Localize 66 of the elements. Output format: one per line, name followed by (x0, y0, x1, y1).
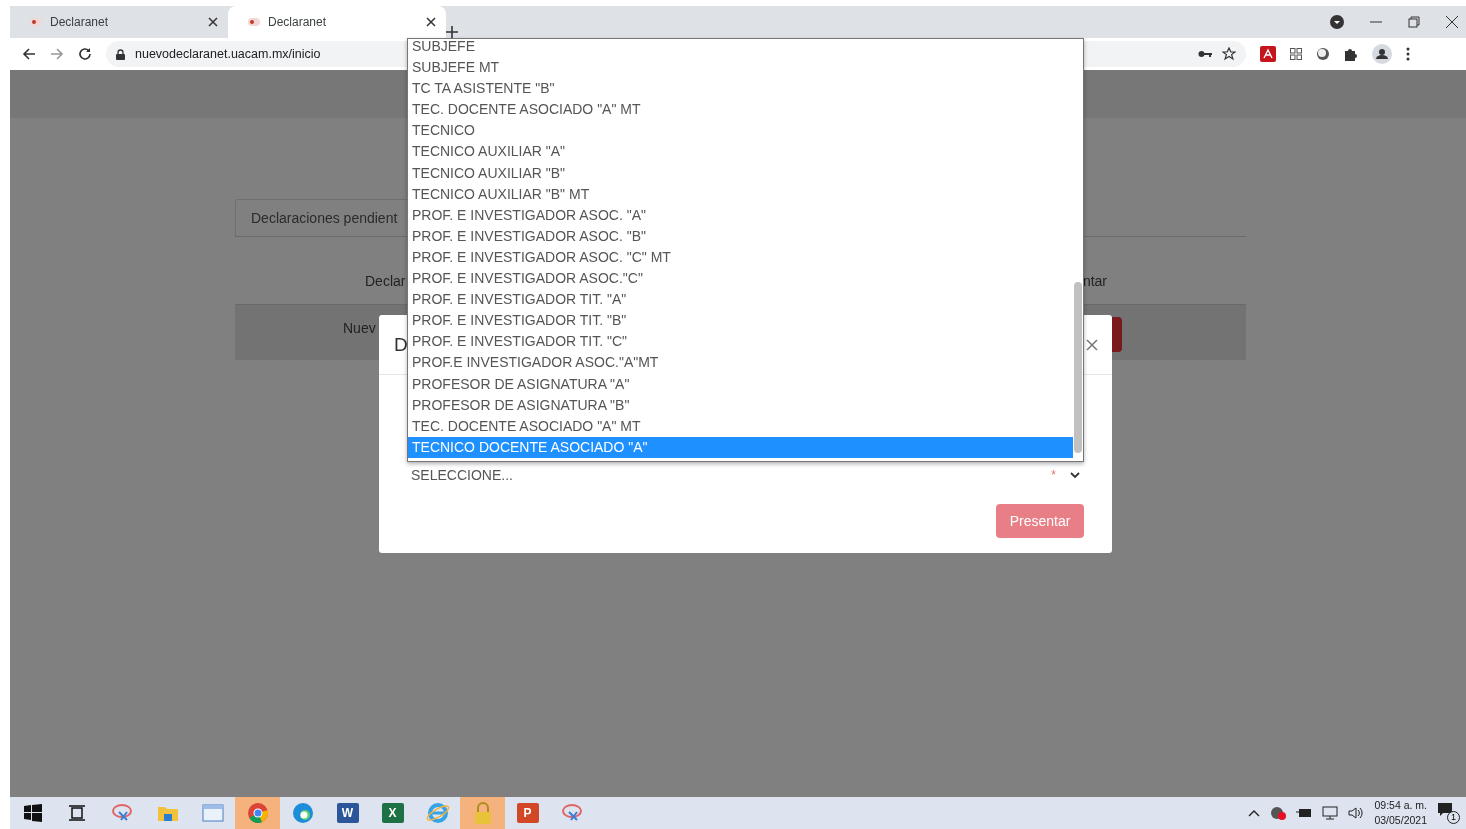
dropdown-option[interactable]: PROF.E INVESTIGADOR ASOC."A"MT (408, 352, 1073, 374)
circle-logo-icon (246, 802, 269, 824)
padlock-icon (473, 802, 492, 824)
column-header: ntar (1082, 273, 1107, 291)
pdf-extension-icon[interactable] (1260, 46, 1276, 62)
taskbar-clock[interactable]: 09:54 a. m. 03/05/2021 (1374, 798, 1427, 828)
grid-icon[interactable] (1290, 48, 1302, 60)
task-view-icon (68, 805, 87, 821)
speaker-icon[interactable] (1348, 806, 1365, 820)
restore-icon[interactable] (1408, 16, 1420, 28)
close-button[interactable] (1086, 338, 1098, 351)
lock-icon (116, 48, 125, 60)
select-field[interactable]: SELECCIONE... * (407, 463, 1084, 487)
message-icon (1437, 802, 1453, 818)
app-logo-icon: W (336, 803, 359, 823)
favicon-icon (248, 18, 260, 26)
dropdown-option[interactable]: PROF. E INVESTIGADOR TIT. "B" (408, 310, 1073, 332)
extensions-icon[interactable] (1344, 47, 1358, 61)
favicon-icon (30, 18, 42, 26)
dropdown-option[interactable]: TECNICO AUXILIAR "B" (408, 162, 1073, 184)
windows-logo-icon (23, 804, 42, 822)
close-icon[interactable] (426, 17, 436, 27)
dropdown-option[interactable]: TEC. DOCENTE ASOCIADO "A" MT (408, 415, 1073, 437)
dropdown-option[interactable]: PROF. E INVESTIGADOR ASOC."C" (408, 268, 1073, 290)
close-icon (1086, 338, 1098, 351)
star-icon[interactable] (1222, 47, 1236, 61)
dropdown-option[interactable]: PROF. E INVESTIGADOR TIT. "C" (408, 331, 1073, 353)
reload-icon[interactable] (78, 47, 92, 61)
circle-extension-icon[interactable] (1316, 47, 1330, 61)
dropdown-option[interactable]: SUBJEFE MT (408, 57, 1073, 79)
app-logo-icon: P (516, 803, 539, 823)
dropdown-option[interactable]: PROFESOR DE ASIGNATURA "A" (408, 373, 1073, 395)
window-icon (201, 804, 224, 822)
back-icon[interactable] (22, 47, 36, 61)
chevron-down-icon (1070, 471, 1080, 479)
dropdown-option[interactable]: TEC. DOCENTE ASOCIADO "A" MT (408, 99, 1073, 121)
caret-up-icon[interactable] (1248, 809, 1261, 817)
new-tab-icon[interactable] (446, 26, 458, 38)
modal-title: D (394, 333, 408, 356)
browser-tab[interactable]: Declaranet (10, 6, 228, 38)
e-logo-icon (425, 802, 450, 824)
dropdown-option[interactable]: PROF. E INVESTIGADOR ASOC. "C" MT (408, 246, 1073, 269)
dropdown-option[interactable]: TECNICO AUXILIAR "A" (408, 141, 1073, 163)
close-icon[interactable] (1446, 16, 1458, 28)
battery-icon[interactable] (1296, 808, 1313, 818)
profile-icon[interactable] (1372, 44, 1392, 64)
taskbar-button[interactable]: P (505, 797, 550, 829)
dropdown-option[interactable]: TECNICO (408, 120, 1073, 142)
forward-icon[interactable] (50, 47, 64, 61)
column-header: Declar (365, 273, 406, 291)
dropdown-option[interactable]: SUBJEFE (408, 39, 1073, 58)
taskbar-button[interactable]: W (325, 797, 370, 829)
dropdown-option[interactable]: PROFESOR DE ASIGNATURA "B" (408, 394, 1073, 416)
key-icon[interactable] (1198, 50, 1212, 58)
taskbar-button[interactable]: X (370, 797, 415, 829)
menu-icon[interactable] (1406, 47, 1410, 61)
folder-icon (156, 804, 179, 822)
browser-tab[interactable]: Declaranet (228, 6, 446, 38)
dropdown-option[interactable]: TC TA ASISTENTE "B" (408, 78, 1073, 100)
app-logo-icon: X (381, 803, 404, 823)
table-cell: Nuev (343, 320, 376, 336)
profile-dropdown-icon[interactable] (1330, 15, 1344, 29)
close-icon[interactable] (208, 17, 218, 27)
notification-button[interactable]: 1 (1437, 802, 1460, 824)
dropdown-option[interactable]: PROF. E INVESTIGADOR TIT. "A" (408, 289, 1073, 311)
scrollbar-thumb[interactable] (1074, 282, 1082, 453)
